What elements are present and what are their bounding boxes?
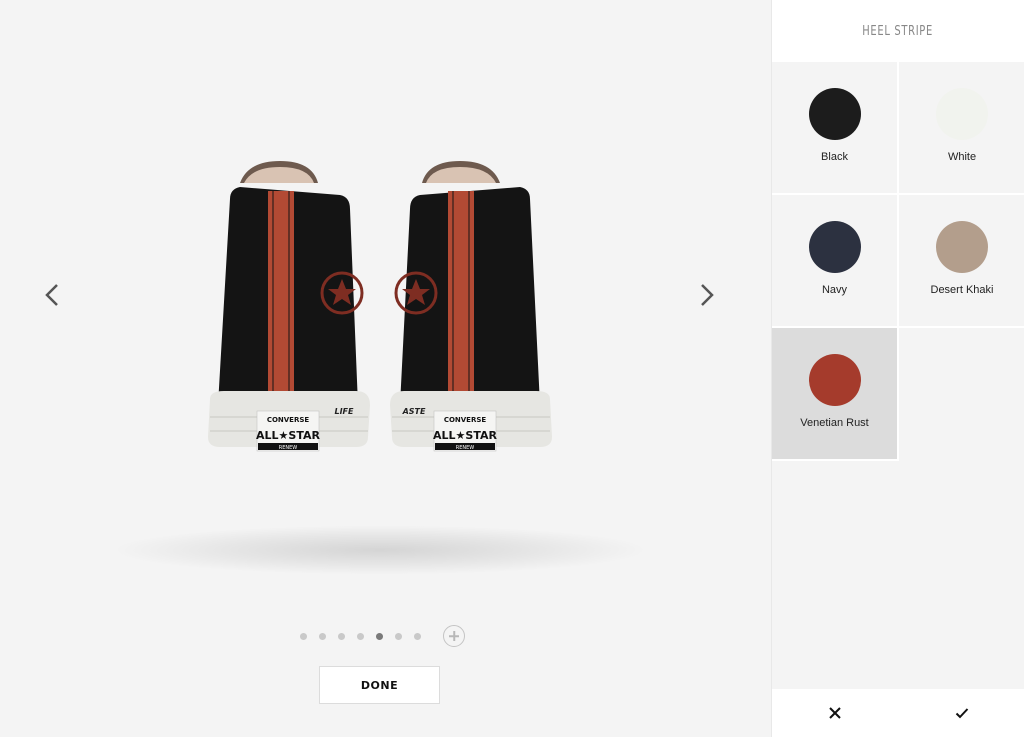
pager-dot[interactable] [338, 632, 345, 640]
swatch-label: Navy [821, 284, 848, 296]
cancel-button[interactable] [772, 689, 899, 737]
shoe-preview-image: CONVERSE ALL★STAR RENEW LIFE CONVERSE AL… [200, 155, 570, 460]
next-view-button[interactable] [691, 280, 721, 310]
swatch-color-circle [936, 88, 988, 140]
side-text-right: ASTE [402, 407, 426, 416]
swatch-desert-khaki[interactable]: Desert Khaki [899, 195, 1024, 328]
swatch-color-circle [808, 221, 861, 273]
close-icon [829, 707, 841, 719]
swatch-grid: Black White Navy Desert Khaki Venetian Rust [772, 62, 1024, 461]
done-button[interactable]: DONE [319, 666, 440, 704]
swatch-color-circle [936, 221, 988, 273]
pager-dot[interactable] [376, 632, 383, 640]
heel-label-renew: RENEW [456, 445, 475, 451]
pager-dot[interactable] [300, 632, 307, 640]
pager-dot[interactable] [414, 632, 421, 640]
pager-dot[interactable] [357, 632, 364, 640]
right-shoe: CONVERSE ALL★STAR RENEW ASTE [390, 161, 552, 452]
panel-footer [772, 689, 1024, 737]
pager-dot[interactable] [319, 632, 326, 640]
heel-label-brand: CONVERSE [444, 416, 487, 424]
swatch-navy[interactable]: Navy [772, 195, 899, 328]
heel-label-renew: RENEW [279, 445, 298, 451]
chevron-right-icon [701, 284, 714, 306]
option-panel: HEEL STRIPE Black White Navy Desert Khaki Ve… [771, 0, 1024, 737]
swatch-venetian-rust[interactable]: Venetian Rust [772, 328, 899, 461]
swatch-color-circle [808, 354, 861, 406]
shoe-shadow [110, 525, 650, 575]
swatch-label: Desert Khaki [930, 284, 994, 296]
check-icon [955, 708, 968, 719]
heel-label-allstar: ALL★STAR [256, 429, 320, 442]
pager-dot[interactable] [395, 632, 402, 640]
side-text-left: LIFE [334, 407, 354, 416]
prev-view-button[interactable] [38, 280, 68, 310]
left-shoe: CONVERSE ALL★STAR RENEW LIFE [208, 161, 370, 452]
swatch-label: White [947, 151, 977, 163]
chevron-left-icon [45, 284, 58, 306]
swatch-white[interactable]: White [899, 62, 1024, 195]
swatch-label: Black [821, 151, 848, 163]
confirm-button[interactable] [899, 689, 1024, 737]
panel-title: HEEL STRIPE [862, 23, 934, 39]
add-view-button[interactable] [443, 625, 465, 647]
view-pager [300, 625, 465, 647]
swatch-color-circle [808, 88, 861, 140]
swatch-label: Venetian Rust [800, 417, 869, 429]
heel-label-allstar: ALL★STAR [433, 429, 497, 442]
heel-label-brand: CONVERSE [267, 416, 310, 424]
swatch-black[interactable]: Black [772, 62, 899, 195]
product-viewer: CONVERSE ALL★STAR RENEW LIFE CONVERSE AL… [0, 0, 771, 737]
panel-header: HEEL STRIPE [772, 0, 1024, 62]
